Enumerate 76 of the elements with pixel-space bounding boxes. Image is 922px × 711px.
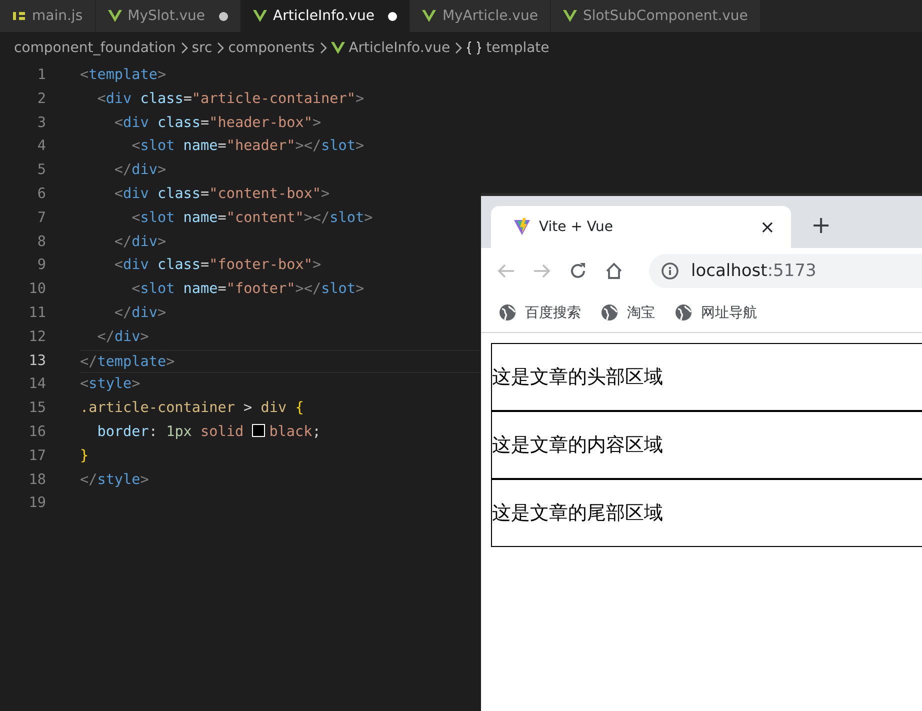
home-icon[interactable] — [605, 262, 623, 280]
line-number: 2 — [36, 90, 47, 109]
line-number: 5 — [36, 161, 47, 180]
code-line: <slot name="footer"></slot> — [130, 281, 364, 298]
line-number: 6 — [36, 184, 47, 204]
new-tab-button[interactable]: + — [805, 211, 838, 239]
braces-icon — [466, 41, 482, 55]
line-number: 18 — [28, 470, 47, 490]
chevron-icon — [318, 42, 327, 54]
info-icon[interactable] — [661, 262, 679, 280]
code-line: <slot name="content"></slot> — [130, 210, 373, 226]
breadcrumb-item[interactable]: template — [486, 40, 550, 56]
chevron-icon — [180, 42, 188, 54]
code-line: <div class="footer-box"> — [113, 257, 322, 274]
line-number: 3 — [36, 114, 47, 133]
code-line: .article-container > div { — [80, 400, 304, 416]
editor-tab[interactable]: main.js — [0, 0, 96, 32]
code-line: </div> — [113, 234, 166, 250]
line-number: 12 — [28, 328, 47, 347]
breadcrumb-item[interactable]: ArticleInfo.vue — [348, 40, 450, 56]
code-line: </template> — [80, 354, 175, 370]
tab-title: Vite + Vue — [539, 219, 614, 235]
globe-icon — [499, 304, 516, 321]
line-number: 1 — [36, 66, 47, 85]
bookmark-link[interactable]: 百度搜索 — [525, 304, 581, 322]
breadcrumb-item[interactable]: component_foundation — [14, 40, 176, 56]
line-number: 19 — [28, 494, 47, 514]
close-tab-button[interactable]: × — [756, 216, 779, 238]
box-text: 这是文章的头部区域 — [492, 365, 663, 390]
box-text: 这是文章的尾部区域 — [492, 501, 663, 526]
bookmark-link[interactable]: 淘宝 — [627, 304, 655, 322]
code-line: </div> — [96, 328, 149, 345]
vue-file-icon — [422, 10, 436, 22]
reload-icon[interactable] — [569, 262, 587, 280]
code-line: border: 1px solid black; — [96, 424, 321, 440]
vue-file-icon — [253, 10, 268, 22]
line-number: 14 — [28, 375, 47, 394]
code-line: <style> — [80, 376, 140, 392]
editor-tab[interactable]: MySlot.vue — [96, 0, 242, 32]
code-line: <slot name="header"></slot> — [130, 138, 364, 154]
globe-icon — [675, 304, 692, 321]
code-line: <div class="header-box"> — [113, 114, 322, 131]
chevron-icon — [216, 42, 224, 54]
editor-tab[interactable]: MyArticle.vue — [410, 0, 551, 32]
code-line: <template> — [80, 67, 166, 83]
line-number: 8 — [36, 232, 47, 252]
code-line: <div class="content-box"> — [113, 186, 330, 202]
vue-file-icon — [562, 10, 577, 22]
editor-tab[interactable]: ArticleInfo.vue — [241, 0, 410, 32]
line-number: 10 — [28, 280, 47, 300]
globe-icon — [601, 304, 618, 321]
vite-logo-icon — [513, 218, 531, 236]
code-line: </style> — [80, 472, 149, 488]
breadcrumb-item[interactable]: components — [228, 40, 315, 56]
line-number: 13 — [28, 352, 47, 371]
line-number: 15 — [28, 399, 47, 418]
line-number: 11 — [28, 304, 47, 323]
address-bar[interactable]: localhost:5173 — [649, 254, 922, 288]
chevron-icon — [454, 42, 462, 54]
code-line: </div> — [113, 162, 166, 178]
line-number: 7 — [36, 208, 47, 228]
vue-file-icon — [108, 10, 122, 22]
line-number: 9 — [36, 256, 47, 276]
url-text: localhost:5173 — [691, 260, 816, 280]
line-number: 17 — [28, 446, 47, 466]
code-line: <div class="article-container"> — [96, 90, 364, 107]
bookmark-link[interactable]: 网址导航 — [701, 304, 757, 322]
editor-tab[interactable]: SlotSubComponent.vue — [550, 0, 761, 32]
line-number: 16 — [28, 422, 47, 442]
line-number: 4 — [36, 137, 47, 156]
breadcrumb-item[interactable]: src — [192, 40, 212, 56]
browser-tab[interactable]: Vite + Vue × — [491, 206, 791, 248]
code-line: </div> — [113, 304, 166, 321]
code-line: } — [80, 448, 89, 464]
box-text: 这是文章的内容区域 — [492, 433, 663, 458]
vue-file-icon — [330, 42, 345, 54]
